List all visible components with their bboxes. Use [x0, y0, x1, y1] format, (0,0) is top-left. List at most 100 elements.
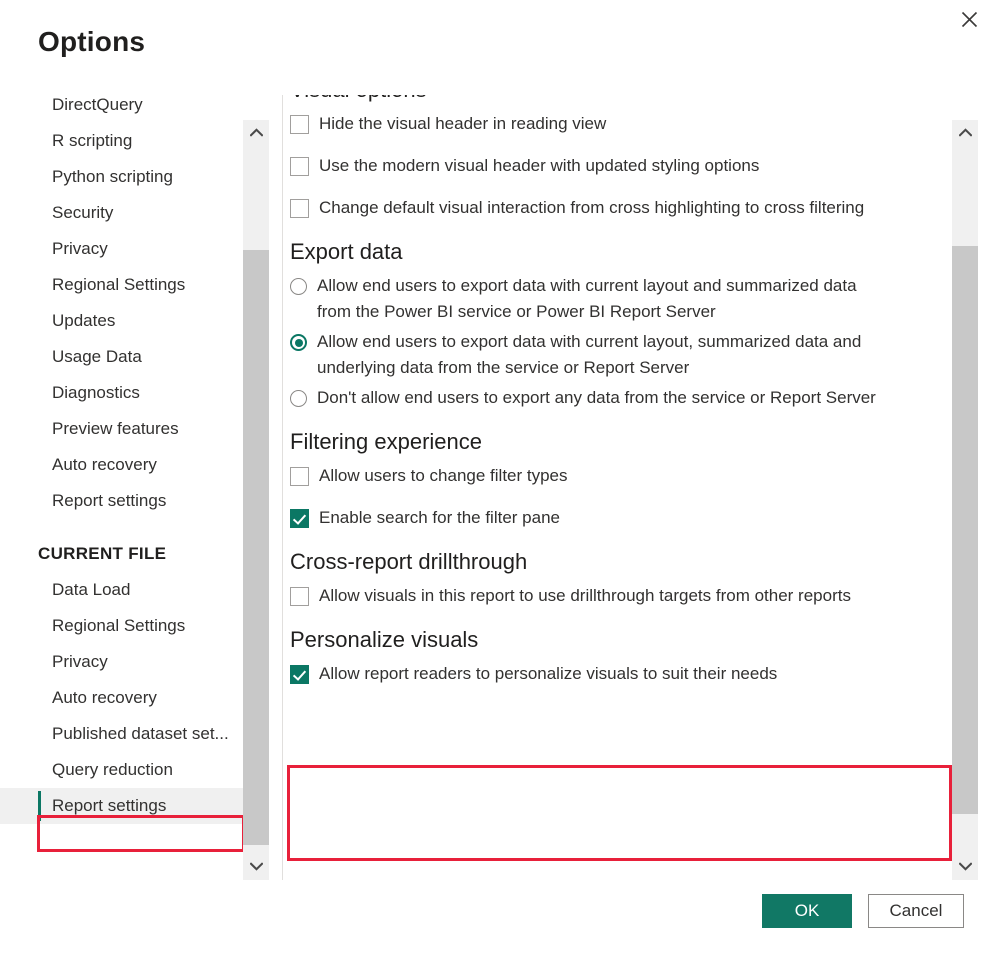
option-label: Enable search for the filter pane: [309, 505, 560, 531]
close-icon: [961, 11, 978, 28]
sidebar-item-cf-privacy[interactable]: Privacy: [0, 644, 243, 680]
sidebar-item-usage-data[interactable]: Usage Data: [0, 339, 243, 375]
sidebar-item-updates[interactable]: Updates: [0, 303, 243, 339]
sidebar-item-directquery[interactable]: DirectQuery: [0, 95, 243, 123]
chevron-down-icon: [250, 858, 263, 876]
sidebar-scroll-up-button[interactable]: [243, 120, 269, 146]
option-label: Use the modern visual header with update…: [309, 153, 759, 179]
section-heading: Personalize visuals: [290, 627, 952, 653]
sidebar-item-r-scripting[interactable]: R scripting: [0, 123, 243, 159]
section-heading: Visual options: [290, 95, 952, 103]
radio-icon[interactable]: [290, 278, 307, 295]
option-allow-cross-report-drillthrough[interactable]: Allow visuals in this report to use dril…: [290, 583, 952, 609]
option-label: Don't allow end users to export any data…: [307, 385, 876, 411]
sidebar-item-label: Auto recovery: [52, 455, 157, 474]
section-export-data: Export data Allow end users to export da…: [290, 239, 952, 411]
sidebar-scroll-down-button[interactable]: [243, 854, 269, 880]
sidebar-item-label: Usage Data: [52, 347, 142, 366]
pane-divider: [282, 95, 283, 880]
radio-icon[interactable]: [290, 334, 307, 351]
sidebar-item-diagnostics[interactable]: Diagnostics: [0, 375, 243, 411]
option-label: Allow users to change filter types: [309, 463, 568, 489]
sidebar-item-preview-features[interactable]: Preview features: [0, 411, 243, 447]
chevron-down-icon: [959, 858, 972, 876]
checkbox-icon[interactable]: [290, 665, 309, 684]
content-scroll-down-button[interactable]: [952, 854, 978, 880]
sidebar-item-label: Auto recovery: [52, 688, 157, 707]
dialog-body: DirectQuery R scripting Python scripting…: [0, 95, 1002, 880]
radio-icon[interactable]: [290, 390, 307, 407]
sidebar-item-label: Security: [52, 203, 113, 222]
sidebar-item-label: Report settings: [52, 491, 166, 510]
option-label: Allow end users to export data with curr…: [307, 273, 887, 325]
cancel-button[interactable]: Cancel: [868, 894, 964, 928]
section-personalize-visuals: Personalize visuals Allow report readers…: [290, 627, 952, 687]
option-export-disallowed[interactable]: Don't allow end users to export any data…: [290, 385, 952, 411]
page-title: Options: [38, 26, 145, 58]
section-visual-options: Visual options Hide the visual header in…: [290, 95, 952, 221]
sidebar-item-label: Data Load: [52, 580, 130, 599]
section-heading: Cross-report drillthrough: [290, 549, 952, 575]
sidebar-scrollbar[interactable]: [243, 120, 269, 880]
sidebar-item-auto-recovery[interactable]: Auto recovery: [0, 447, 243, 483]
option-label: Allow visuals in this report to use dril…: [309, 583, 851, 609]
sidebar-item-report-settings[interactable]: Report settings: [0, 483, 243, 519]
option-export-summarized[interactable]: Allow end users to export data with curr…: [290, 273, 952, 325]
option-label: Allow report readers to personalize visu…: [309, 661, 777, 687]
settings-content-pane: Visual options Hide the visual header in…: [290, 95, 952, 880]
sidebar-item-cf-regional-settings[interactable]: Regional Settings: [0, 608, 243, 644]
sidebar-item-data-load[interactable]: Data Load: [0, 572, 243, 608]
sidebar-item-label: Regional Settings: [52, 616, 185, 635]
section-heading: Export data: [290, 239, 952, 265]
content-scrollbar-thumb[interactable]: [952, 246, 978, 814]
option-change-default-interaction[interactable]: Change default visual interaction from c…: [290, 195, 952, 221]
sidebar-item-label: Updates: [52, 311, 115, 330]
option-modern-visual-header[interactable]: Use the modern visual header with update…: [290, 153, 952, 179]
content-scroll-content: Visual options Hide the visual header in…: [290, 95, 952, 705]
option-label: Allow end users to export data with curr…: [307, 329, 887, 381]
dialog-footer: OK Cancel: [0, 880, 1002, 959]
section-cross-report-drillthrough: Cross-report drillthrough Allow visuals …: [290, 549, 952, 609]
checkbox-icon[interactable]: [290, 587, 309, 606]
sidebar-item-label: Query reduction: [52, 760, 173, 779]
settings-sidebar[interactable]: DirectQuery R scripting Python scripting…: [0, 95, 243, 880]
content-scrollbar[interactable]: [952, 120, 978, 880]
checkbox-icon[interactable]: [290, 509, 309, 528]
sidebar-item-label: Privacy: [52, 652, 108, 671]
sidebar-item-python-scripting[interactable]: Python scripting: [0, 159, 243, 195]
sidebar-item-security[interactable]: Security: [0, 195, 243, 231]
sidebar-item-label: Preview features: [52, 419, 179, 438]
sidebar-item-label: Published dataset set...: [52, 724, 229, 743]
chevron-up-icon: [250, 124, 263, 142]
sidebar-item-query-reduction[interactable]: Query reduction: [0, 752, 243, 788]
sidebar-item-published-dataset-settings[interactable]: Published dataset set...: [0, 716, 243, 752]
checkbox-icon[interactable]: [290, 467, 309, 486]
sidebar-scrollbar-thumb[interactable]: [243, 250, 269, 845]
sidebar-item-cf-report-settings[interactable]: Report settings: [0, 788, 243, 824]
section-heading: Filtering experience: [290, 429, 952, 455]
sidebar-global-list: DirectQuery R scripting Python scripting…: [0, 95, 243, 519]
option-allow-change-filter-types[interactable]: Allow users to change filter types: [290, 463, 952, 489]
content-scroll-up-button[interactable]: [952, 120, 978, 146]
sidebar-item-cf-auto-recovery[interactable]: Auto recovery: [0, 680, 243, 716]
sidebar-group-header-current-file: CURRENT FILE: [0, 536, 243, 572]
option-export-summarized-and-underlying[interactable]: Allow end users to export data with curr…: [290, 329, 952, 381]
option-allow-personalize-visuals[interactable]: Allow report readers to personalize visu…: [290, 661, 952, 687]
checkbox-icon[interactable]: [290, 157, 309, 176]
option-hide-visual-header[interactable]: Hide the visual header in reading view: [290, 111, 952, 137]
sidebar-item-label: Diagnostics: [52, 383, 140, 402]
sidebar-item-label: DirectQuery: [52, 95, 143, 114]
ok-button[interactable]: OK: [762, 894, 852, 928]
chevron-up-icon: [959, 124, 972, 142]
sidebar-scroll-content: DirectQuery R scripting Python scripting…: [0, 95, 243, 824]
option-label: Change default visual interaction from c…: [309, 195, 864, 221]
sidebar-item-label: R scripting: [52, 131, 132, 150]
option-label: Hide the visual header in reading view: [309, 111, 606, 137]
checkbox-icon[interactable]: [290, 115, 309, 134]
sidebar-item-regional-settings[interactable]: Regional Settings: [0, 267, 243, 303]
sidebar-item-label: Regional Settings: [52, 275, 185, 294]
sidebar-item-privacy[interactable]: Privacy: [0, 231, 243, 267]
option-enable-filter-pane-search[interactable]: Enable search for the filter pane: [290, 505, 952, 531]
checkbox-icon[interactable]: [290, 199, 309, 218]
close-button[interactable]: [948, 4, 990, 34]
